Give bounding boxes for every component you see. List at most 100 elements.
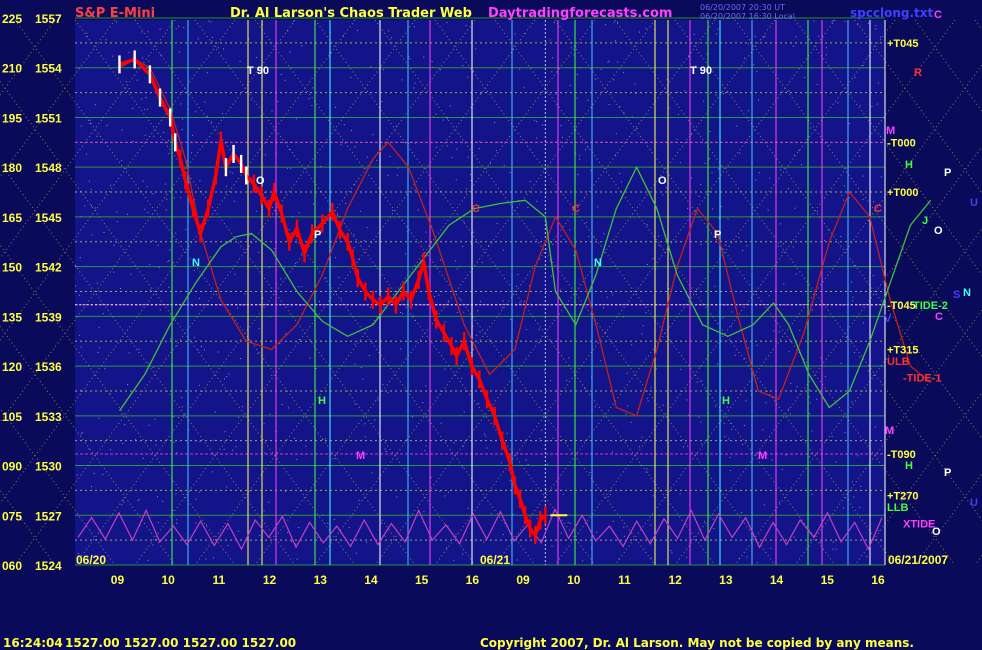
grid-dot	[768, 295, 770, 297]
grid-dot	[646, 397, 648, 399]
grid-dot	[91, 486, 92, 487]
grid-dot	[857, 24, 859, 26]
grid-dot	[712, 518, 714, 520]
grid-dot	[351, 129, 352, 131]
grid-dot	[360, 367, 362, 368]
grid-dot	[725, 244, 727, 246]
grid-dot	[676, 138, 678, 140]
grid-dot	[403, 141, 404, 143]
grid-dot	[603, 233, 605, 235]
grid-dot	[589, 472, 591, 474]
grid-dot	[587, 146, 589, 148]
grid-dot	[467, 156, 469, 158]
grid-dot	[569, 523, 571, 524]
grid-dot	[765, 402, 767, 404]
grid-dot	[345, 202, 347, 204]
grid-dot	[182, 118, 183, 120]
grid-dot	[500, 462, 502, 464]
grid-dot	[549, 39, 551, 41]
grid-dot	[300, 253, 302, 255]
grid-dot	[244, 293, 246, 295]
diagonal-line	[0, 19, 56, 96]
grid-dot	[843, 199, 845, 201]
grid-dot	[249, 234, 251, 236]
grid-dot	[722, 93, 724, 95]
grid-dot	[397, 167, 399, 169]
grid-dot	[152, 544, 154, 546]
grid-dot	[123, 501, 125, 503]
grid-dot	[642, 325, 644, 327]
grid-dot	[354, 146, 356, 148]
cycle-marker-label: J	[922, 215, 928, 227]
grid-dot	[446, 22, 448, 23]
grid-dot	[167, 261, 169, 263]
grid-dot	[175, 232, 177, 234]
grid-dot	[298, 527, 300, 528]
grid-dot	[439, 490, 441, 492]
grid-dot	[157, 496, 158, 498]
grid-dot	[731, 311, 733, 313]
level-label: LLB	[887, 502, 908, 514]
grid-dot	[211, 36, 213, 38]
level-label: -T045	[887, 300, 916, 312]
grid-dot	[684, 90, 686, 92]
grid-dot	[809, 413, 811, 414]
level-label: TIDE-2	[913, 300, 948, 312]
grid-dot	[226, 486, 228, 488]
grid-dot	[693, 33, 695, 35]
cycle-marker-label: M	[356, 450, 365, 462]
grid-dot	[257, 352, 259, 354]
grid-dot	[105, 39, 107, 41]
grid-dot	[274, 248, 276, 249]
grid-dot	[860, 485, 862, 487]
grid-dot	[835, 548, 837, 550]
grid-dot	[562, 136, 563, 138]
grid-dot	[126, 213, 128, 215]
grid-dot	[147, 212, 149, 214]
grid-dot	[444, 321, 446, 323]
grid-dot	[109, 392, 111, 394]
grid-dot	[168, 259, 170, 261]
grid-dot	[425, 231, 427, 233]
level-label: -T000	[887, 137, 916, 149]
grid-dot	[868, 370, 870, 372]
grid-dot	[195, 111, 197, 113]
grid-dot	[808, 396, 810, 398]
cycle-marker-label: R	[914, 67, 922, 79]
grid-dot	[455, 260, 457, 262]
grid-dot	[485, 435, 487, 437]
footer-copyright: Copyright 2007, Dr. Al Larson. May not b…	[480, 636, 914, 650]
cycle-marker-label: C	[472, 203, 480, 215]
grid-dot	[311, 105, 313, 106]
grid-dot	[767, 209, 769, 211]
grid-dot	[717, 363, 719, 365]
grid-dot	[559, 289, 561, 291]
x-axis-hour-label: 09	[111, 573, 125, 587]
diagonal-line	[974, 554, 982, 566]
site-link[interactable]: Daytradingforecasts.com	[488, 6, 672, 21]
grid-dot	[197, 349, 199, 351]
grid-dot	[835, 461, 837, 463]
y-axis-label-price: 1539	[35, 310, 62, 324]
grid-dot	[701, 380, 703, 382]
grid-dot	[820, 357, 822, 359]
grid-dot	[809, 389, 811, 391]
x-axis-hour-label: 14	[770, 573, 784, 587]
grid-dot	[703, 100, 705, 102]
grid-dot	[146, 186, 148, 188]
grid-dot	[178, 417, 180, 418]
grid-dot	[298, 286, 300, 288]
y-axis-label-price: 1545	[35, 211, 62, 225]
grid-dot	[788, 187, 789, 189]
grid-dot	[231, 172, 233, 174]
grid-dot	[579, 158, 581, 160]
grid-dot	[98, 290, 100, 292]
grid-dot	[550, 380, 551, 382]
grid-dot	[368, 355, 370, 356]
y-axis-label-left: 165	[2, 211, 22, 225]
grid-dot	[199, 180, 201, 182]
x-axis-hour-label: 12	[668, 573, 682, 587]
grid-dot	[590, 170, 592, 172]
grid-dot	[268, 501, 270, 503]
grid-dot	[840, 236, 842, 237]
